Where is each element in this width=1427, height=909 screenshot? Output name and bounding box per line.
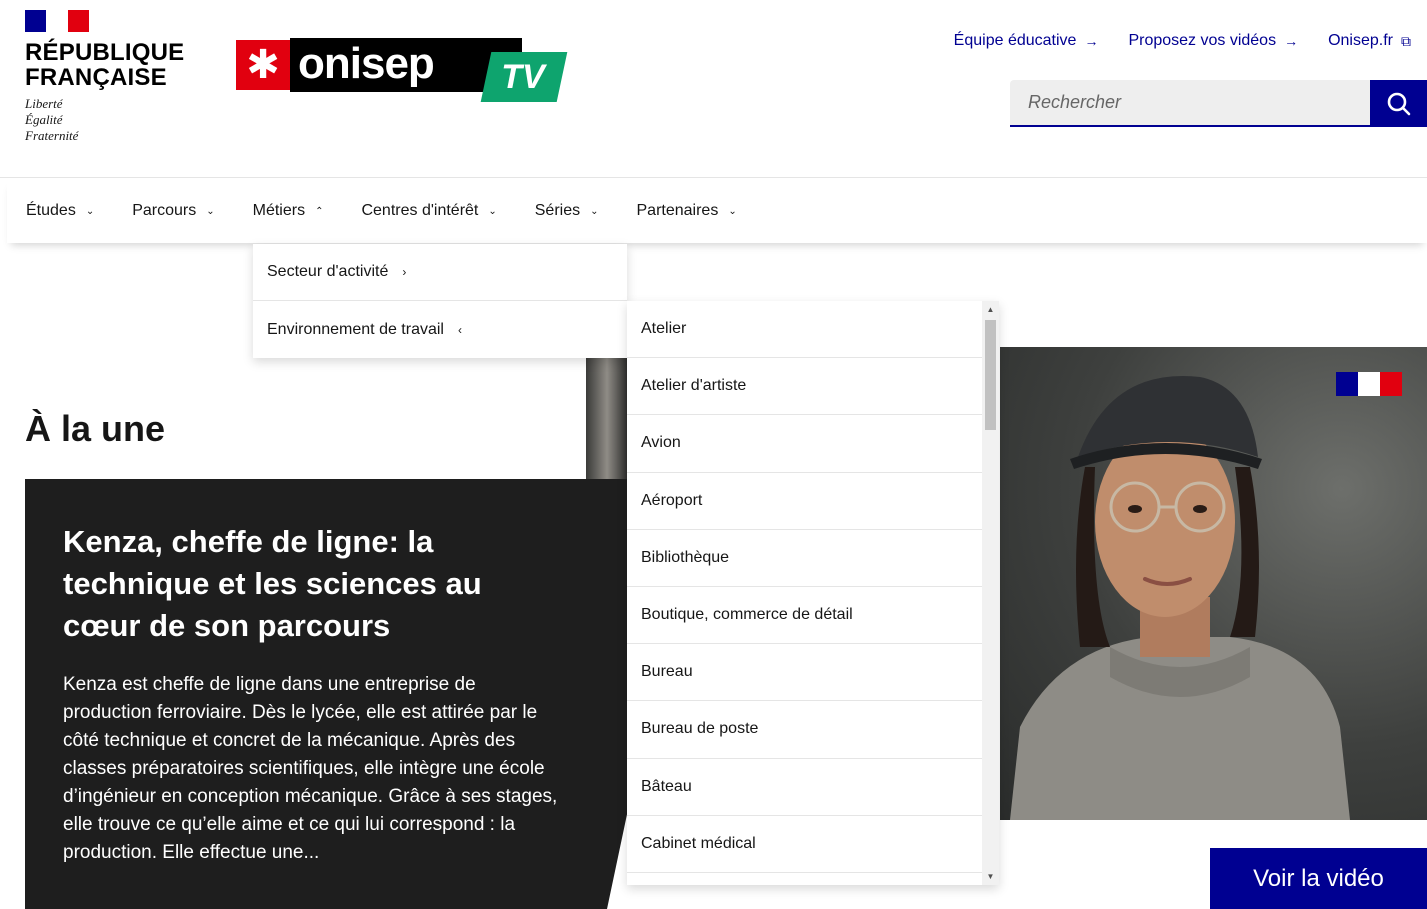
search-icon	[1387, 92, 1410, 115]
site-header: RÉPUBLIQUE FRANÇAISE Liberté Égalité Fra…	[0, 0, 1427, 178]
video-thumbnail-strip	[586, 356, 628, 480]
section-title: À la une	[25, 408, 166, 449]
submenu-item[interactable]: Bureau de poste	[627, 701, 982, 759]
menu-item-label: Secteur d'activité	[267, 263, 389, 280]
chevron-left-icon: ‹	[457, 322, 462, 337]
link-label: Onisep.fr	[1328, 32, 1393, 49]
nav-item-centres-interet[interactable]: Centres d'intérêt ⌄	[342, 179, 515, 243]
search-button[interactable]	[1370, 80, 1427, 127]
nav-item-partenaires[interactable]: Partenaires ⌄	[618, 179, 756, 243]
featured-title[interactable]: Kenza, cheffe de ligne: la technique et …	[63, 521, 543, 647]
submenu-item[interactable]: Aéroport	[627, 473, 982, 530]
environnement-submenu: Atelier Atelier d'artiste Avion Aéroport…	[627, 301, 999, 885]
person-portrait-image	[1010, 376, 1350, 820]
scrollbar-thumb[interactable]	[985, 320, 996, 430]
chevron-up-icon: ⌃	[315, 205, 324, 217]
submenu-item[interactable]: Boutique, commerce de détail	[627, 587, 982, 645]
submenu-item[interactable]: Cabinet médical	[627, 816, 982, 873]
featured-card[interactable]: Kenza, cheffe de ligne: la technique et …	[25, 479, 627, 909]
nav-label: Études	[26, 202, 76, 219]
environnement-list: Atelier Atelier d'artiste Avion Aéroport…	[627, 301, 982, 873]
submenu-item[interactable]: Bâteau	[627, 759, 982, 816]
nav-label: Parcours	[132, 202, 197, 219]
republique-francaise-logo[interactable]: RÉPUBLIQUE FRANÇAISE Liberté Égalité Fra…	[25, 10, 185, 144]
submenu-item[interactable]: Bibliothèque	[627, 530, 982, 587]
link-label: Proposez vos vidéos	[1128, 32, 1277, 49]
chevron-right-icon: ›	[402, 265, 407, 279]
main-navigation: Études ⌄ Parcours ⌄ Métiers ⌃ Centres d'…	[7, 179, 1427, 243]
menu-item-environnement-travail[interactable]: Environnement de travail ‹	[253, 301, 627, 358]
nav-label: Métiers	[252, 202, 306, 219]
chevron-down-icon: ⌄	[590, 205, 599, 217]
submenu-item[interactable]: Atelier d'artiste	[627, 358, 982, 416]
motto-liberte: Liberté	[25, 96, 63, 111]
nav-label: Séries	[534, 202, 581, 219]
quick-links: Équipe éducative → Proposez vos vidéos →…	[954, 32, 1411, 50]
scroll-down-arrow-icon[interactable]: ▼	[982, 868, 999, 885]
nav-label: Partenaires	[636, 202, 719, 219]
arrow-right-icon: →	[1284, 33, 1299, 49]
featured-summary: Kenza est cheffe de ligne dans une entre…	[63, 674, 558, 863]
menu-item-label: Environnement de travail	[267, 320, 444, 338]
chevron-down-icon: ⌄	[728, 205, 737, 217]
scroll-up-arrow-icon[interactable]: ▲	[982, 301, 999, 318]
marianne-flag-icon	[1336, 372, 1402, 396]
nav-label: Centres d'intérêt	[361, 202, 479, 219]
external-link-icon: ⧉	[1401, 32, 1411, 49]
search-input[interactable]	[1010, 80, 1370, 127]
chevron-down-icon: ⌄	[488, 205, 497, 217]
link-equipe-educative[interactable]: Équipe éducative →	[954, 32, 1099, 50]
motto-fraternite: Fraternité	[25, 128, 79, 143]
submenu-item[interactable]: Atelier	[627, 301, 982, 359]
search-bar	[1010, 80, 1427, 127]
onisep-star-icon: ✱	[236, 40, 290, 90]
watch-video-button[interactable]: Voir la vidéo	[1210, 848, 1427, 909]
marianne-flag-icon	[25, 10, 89, 32]
tv-wordmark: TV	[501, 58, 545, 96]
onisep-tv-logo[interactable]: ✱ onisep TV	[236, 38, 568, 104]
link-label: Équipe éducative	[953, 32, 1077, 49]
link-onisep-fr[interactable]: Onisep.fr ⧉	[1328, 32, 1411, 50]
nav-item-etudes[interactable]: Études ⌄	[7, 179, 113, 243]
chevron-down-icon: ⌄	[85, 205, 95, 217]
chevron-down-icon: ⌄	[206, 205, 215, 217]
nav-item-series[interactable]: Séries ⌄	[516, 179, 618, 243]
menu-item-secteur-activite[interactable]: Secteur d'activité ›	[253, 244, 627, 301]
nav-item-metiers[interactable]: Métiers ⌃	[234, 179, 343, 243]
republique-line-1: RÉPUBLIQUE	[25, 39, 185, 66]
featured-video-image[interactable]	[1000, 347, 1427, 820]
submenu-item[interactable]: Bureau	[627, 644, 982, 702]
arrow-right-icon: →	[1084, 33, 1099, 49]
metiers-dropdown-menu: Secteur d'activité › Environnement de tr…	[253, 244, 627, 358]
submenu-scrollbar[interactable]: ▲ ▼	[982, 301, 999, 885]
republique-line-2: FRANÇAISE	[25, 64, 167, 91]
nav-item-parcours[interactable]: Parcours ⌄	[113, 179, 233, 243]
motto-egalite: Égalité	[25, 112, 63, 127]
link-proposez-vos-videos[interactable]: Proposez vos vidéos →	[1128, 32, 1298, 50]
submenu-item[interactable]: Avion	[627, 415, 982, 473]
